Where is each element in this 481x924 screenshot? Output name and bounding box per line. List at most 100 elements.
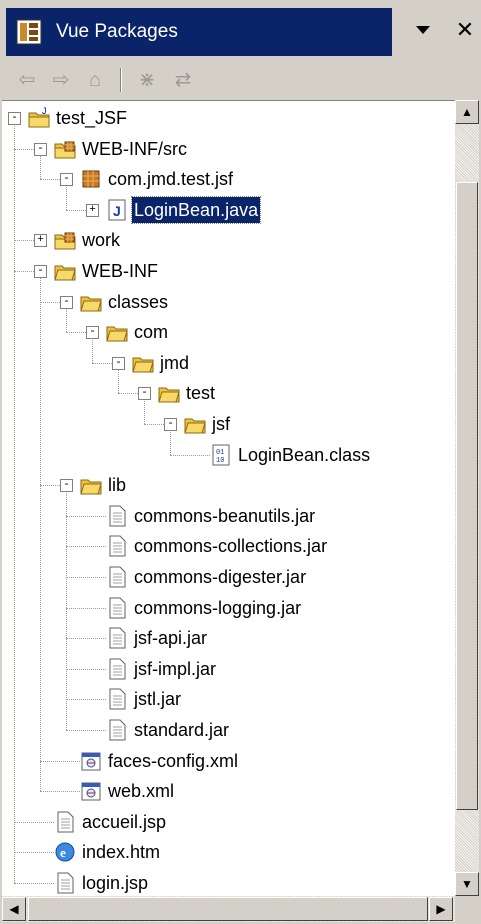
xml-file-icon xyxy=(80,750,102,772)
tree-item-label[interactable]: jsf xyxy=(210,411,232,437)
source-folder-icon xyxy=(54,229,76,251)
forward-button[interactable]: ⇨ xyxy=(46,66,76,94)
tree-row[interactable]: - jmd xyxy=(2,348,455,378)
tree-row[interactable]: - com.jmd.test.jsf xyxy=(2,164,455,194)
close-icon: ✕ xyxy=(455,17,475,42)
tree-row[interactable]: jsf-api.jar xyxy=(2,623,455,653)
tree-row[interactable]: commons-collections.jar xyxy=(2,531,455,561)
tree-item-label[interactable]: login.jsp xyxy=(80,870,150,896)
tree-row[interactable]: + J LoginBean.java xyxy=(2,195,455,225)
tree-item-label[interactable]: work xyxy=(80,227,122,253)
tree-item-label[interactable]: commons-logging.jar xyxy=(132,595,303,621)
h-scroll-thumb[interactable] xyxy=(28,897,428,921)
collapse-toggle[interactable]: - xyxy=(8,112,21,125)
tree-item-label[interactable]: test xyxy=(184,380,217,406)
collapse-all-button[interactable]: ⋇ xyxy=(132,66,162,94)
arrow-right-icon: ▶ xyxy=(436,902,446,916)
arrow-up-icon: ▲ xyxy=(461,105,473,119)
link-with-editor-button[interactable]: ⇄ xyxy=(168,66,198,94)
tree-item-label[interactable]: web.xml xyxy=(106,778,176,804)
tree-row[interactable]: commons-digester.jar xyxy=(2,562,455,592)
tree-row[interactable]: commons-logging.jar xyxy=(2,593,455,623)
tree-row[interactable]: commons-beanutils.jar xyxy=(2,501,455,531)
collapse-toggle[interactable]: - xyxy=(60,173,73,187)
tree-row[interactable]: - test xyxy=(2,378,455,408)
collapse-toggle[interactable]: - xyxy=(86,326,99,340)
tree-row[interactable]: - Jtest_JSF xyxy=(2,103,455,133)
folder-icon xyxy=(80,291,102,313)
tree-row[interactable]: - WEB-INF/src xyxy=(2,134,455,164)
arrow-down-icon: ▼ xyxy=(461,877,473,891)
tree-connector xyxy=(170,454,210,456)
close-view-button[interactable]: ✕ xyxy=(448,12,481,48)
tree-connector xyxy=(66,546,106,548)
vertical-scrollbar[interactable]: ▲ ▼ xyxy=(455,100,479,896)
tree-item-label[interactable]: com.jmd.test.jsf xyxy=(106,166,235,192)
tree-connector xyxy=(14,821,54,823)
tree-item-label[interactable]: jmd xyxy=(158,350,191,376)
tree-item-label[interactable]: lib xyxy=(106,472,128,498)
scroll-down-button[interactable]: ▼ xyxy=(455,872,479,896)
text-file-icon xyxy=(106,627,128,649)
tree-row[interactable]: - jsf xyxy=(2,409,455,439)
tree-item-label[interactable]: WEB-INF/src xyxy=(80,136,189,162)
tree-item-label[interactable]: standard.jar xyxy=(132,717,231,743)
tree-row[interactable]: 01 10 LoginBean.class xyxy=(2,440,455,470)
svg-text:e: e xyxy=(60,845,66,860)
collapse-toggle[interactable]: - xyxy=(60,295,73,309)
scroll-corner xyxy=(455,896,479,922)
collapse-toggle[interactable]: - xyxy=(60,479,73,493)
tree-connector xyxy=(66,699,106,701)
tree-row[interactable]: - com xyxy=(2,317,455,347)
package-tree[interactable]: - Jtest_JSF - WEB-INF/src - com.jmd.test.jsf +… xyxy=(2,100,455,897)
scroll-right-button[interactable]: ▶ xyxy=(429,897,453,921)
java-file-icon: J xyxy=(106,199,128,221)
collapse-toggle[interactable]: - xyxy=(164,418,177,431)
tree-item-label[interactable]: classes xyxy=(106,289,170,315)
collapse-toggle[interactable]: - xyxy=(34,142,47,156)
tree-row[interactable]: jstl.jar xyxy=(2,684,455,714)
tree-item-label[interactable]: commons-digester.jar xyxy=(132,564,308,590)
up-button[interactable]: ⌂ xyxy=(80,66,110,94)
tree-connector xyxy=(66,638,106,640)
tree-row[interactable]: jsf-impl.jar xyxy=(2,654,455,684)
tree-item-label[interactable]: jsf-impl.jar xyxy=(132,656,218,682)
tree-item-label[interactable]: commons-collections.jar xyxy=(132,533,329,559)
tree-row[interactable]: web.xml xyxy=(2,776,455,806)
tree-connector xyxy=(66,515,106,517)
tree-item-label[interactable]: LoginBean.class xyxy=(236,442,372,468)
link-editor-icon: ⇄ xyxy=(174,69,192,91)
scroll-left-button[interactable]: ◀ xyxy=(2,897,26,921)
tree-item-label[interactable]: LoginBean.java xyxy=(130,195,262,224)
tree-item-label[interactable]: test_JSF xyxy=(54,105,129,131)
tree-item-label[interactable]: faces-config.xml xyxy=(106,748,240,774)
back-arrow-icon: ⇦ xyxy=(18,69,36,91)
horizontal-scrollbar[interactable]: ◀ ▶ xyxy=(2,896,455,922)
expand-toggle[interactable]: + xyxy=(86,203,99,217)
tree-item-label[interactable]: index.htm xyxy=(80,839,162,865)
tree-row[interactable]: e index.htm xyxy=(2,837,455,867)
tree-item-label[interactable]: commons-beanutils.jar xyxy=(132,503,317,529)
tree-row[interactable]: standard.jar xyxy=(2,715,455,745)
tree-row[interactable]: login.jsp xyxy=(2,868,455,897)
expand-toggle[interactable]: + xyxy=(34,234,47,248)
tree-item-label[interactable]: accueil.jsp xyxy=(80,809,168,835)
tree-item-label[interactable]: com xyxy=(132,319,170,345)
back-button[interactable]: ⇦ xyxy=(12,66,42,94)
tree-row[interactable]: + work xyxy=(2,225,455,255)
view-menu-button[interactable] xyxy=(406,12,440,48)
tree-item-label[interactable]: WEB-INF xyxy=(80,258,160,284)
tree-row[interactable]: faces-config.xml xyxy=(2,746,455,776)
tree-row[interactable]: - WEB-INF xyxy=(2,256,455,286)
tree-item-label[interactable]: jstl.jar xyxy=(132,686,183,712)
tree-row[interactable]: - lib xyxy=(2,470,455,500)
scroll-thumb[interactable] xyxy=(456,182,478,810)
view-tab[interactable]: Vue Packages xyxy=(6,8,392,56)
collapse-toggle[interactable]: - xyxy=(138,387,151,401)
tree-item-label[interactable]: jsf-api.jar xyxy=(132,625,209,651)
collapse-toggle[interactable]: - xyxy=(112,356,125,370)
scroll-up-button[interactable]: ▲ xyxy=(455,100,479,124)
collapse-toggle[interactable]: - xyxy=(34,265,47,278)
tree-row[interactable]: accueil.jsp xyxy=(2,807,455,837)
tree-row[interactable]: - classes xyxy=(2,287,455,317)
